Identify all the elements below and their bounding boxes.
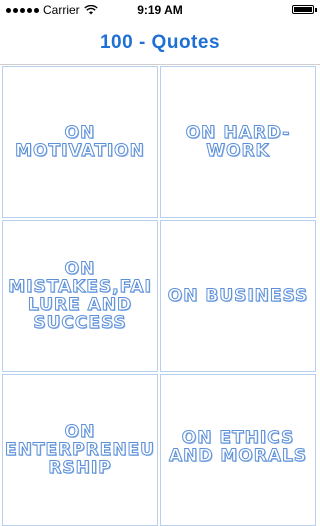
category-label: ON HARD-WORK bbox=[185, 123, 291, 161]
category-tile-ethics-morals[interactable]: ON ETHICS AND MORALS bbox=[160, 374, 316, 526]
status-time: 9:19 AM bbox=[137, 3, 183, 17]
category-label: ON BUSINESS bbox=[167, 286, 309, 306]
category-label: ON MOTIVATION bbox=[15, 123, 145, 161]
battery-level bbox=[294, 7, 312, 12]
category-label: ON ENTERPRENEURSHIP bbox=[5, 422, 155, 478]
category-label: ON MISTAKES,FAILURE AND SUCCESS bbox=[8, 259, 152, 333]
category-tile-business[interactable]: ON BUSINESS bbox=[160, 220, 316, 372]
battery-icon bbox=[292, 5, 314, 14]
navigation-bar: 100 - Quotes bbox=[0, 20, 320, 65]
battery-tip bbox=[315, 8, 317, 12]
category-grid: ON MOTIVATION ON HARD-WORK ON MISTAKES,F… bbox=[2, 66, 320, 526]
category-tile-mistakes-failure-success[interactable]: ON MISTAKES,FAILURE AND SUCCESS bbox=[2, 220, 158, 372]
status-bar: Carrier 9:19 AM bbox=[0, 0, 320, 20]
category-tile-motivation[interactable]: ON MOTIVATION bbox=[2, 66, 158, 218]
page-title: 100 - Quotes bbox=[99, 32, 221, 53]
category-tile-hard-work[interactable]: ON HARD-WORK bbox=[160, 66, 316, 218]
category-tile-entrepreneurship[interactable]: ON ENTERPRENEURSHIP bbox=[2, 374, 158, 526]
category-label: ON ETHICS AND MORALS bbox=[168, 428, 308, 466]
